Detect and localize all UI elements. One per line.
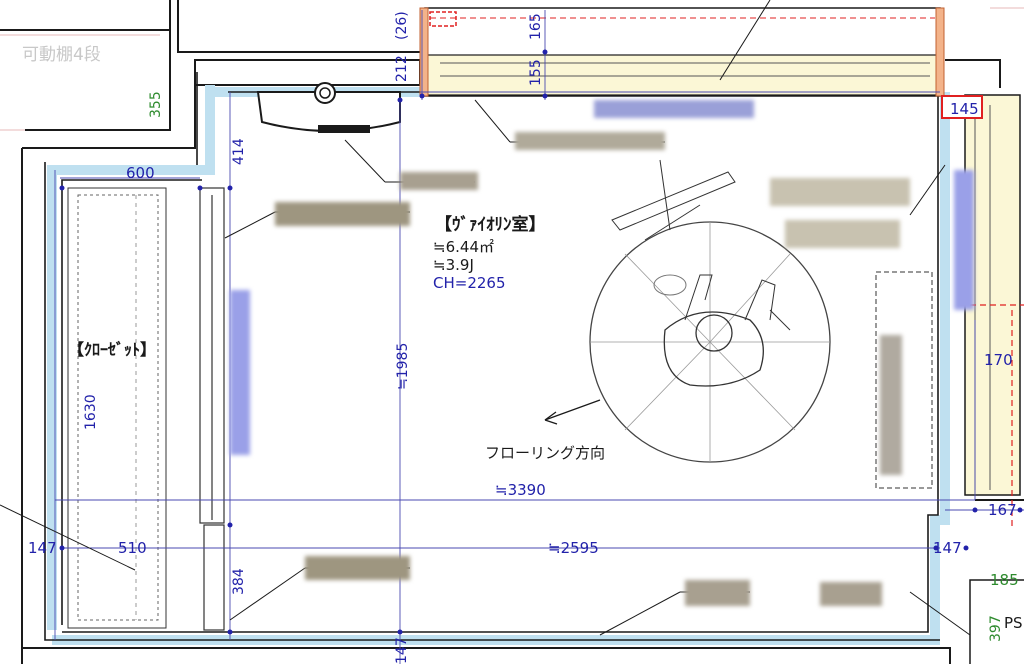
dim-170: 170 [984,351,1013,369]
right-window [960,94,1024,530]
dim-414: 414 [231,138,247,165]
dim-145: 145 [950,100,979,118]
room-area-m2: ≒6.44㎡ [433,238,494,256]
flooring-arrow [544,399,601,425]
inner-walls [44,72,940,641]
dim-600: 600 [126,164,155,182]
dim-147-bottom: 147 [394,637,410,664]
dim-165: 165 [528,13,544,40]
room-area-tatami: ≒3.9J [433,256,474,274]
dim-384: 384 [231,568,247,595]
dim-3390: ≒3390 [495,481,546,499]
dim-397: 397 [988,615,1004,642]
ceiling-height: CH=2265 [433,274,506,292]
dim-26: (26) [394,11,410,40]
insulation-band [47,85,950,645]
ps-label: PS [1004,614,1023,632]
closet-doors [199,187,225,631]
dim-167: 167 [988,501,1017,519]
redacted-labels [230,100,974,606]
dim-147-right: 147 [933,539,962,557]
dim-212: 212 [394,55,410,82]
dim-155: 155 [528,59,544,86]
text-layer: 可動棚4段 【ｳﾞｧｲｵﾘﾝ室】 ≒6.44㎡ ≒3.9J CH=2265 【ｸ… [22,11,1023,664]
dim-185: 185 [990,571,1019,589]
floor-plan: 可動棚4段 【ｳﾞｧｲｵﾘﾝ室】 ≒6.44㎡ ≒3.9J CH=2265 【ｸ… [0,0,1024,664]
dim-1630: 1630 [83,394,99,430]
dim-510: 510 [118,539,147,557]
outer-walls [21,59,1024,664]
room-name: 【ｳﾞｧｲｵﾘﾝ室】 [435,214,546,235]
violinist-icon [589,221,831,463]
flooring-direction: フローリング方向 [485,444,605,462]
top-window [419,7,945,97]
top-left-label: 可動棚4段 [22,45,101,65]
dim-2595: ≒2595 [548,539,599,557]
closet-name: 【ｸﾛｰｾﾞｯﾄ】 [68,340,156,359]
dim-1985: ≒1985 [395,343,411,390]
dim-355: 355 [148,91,164,118]
dim-147-left: 147 [28,539,57,557]
